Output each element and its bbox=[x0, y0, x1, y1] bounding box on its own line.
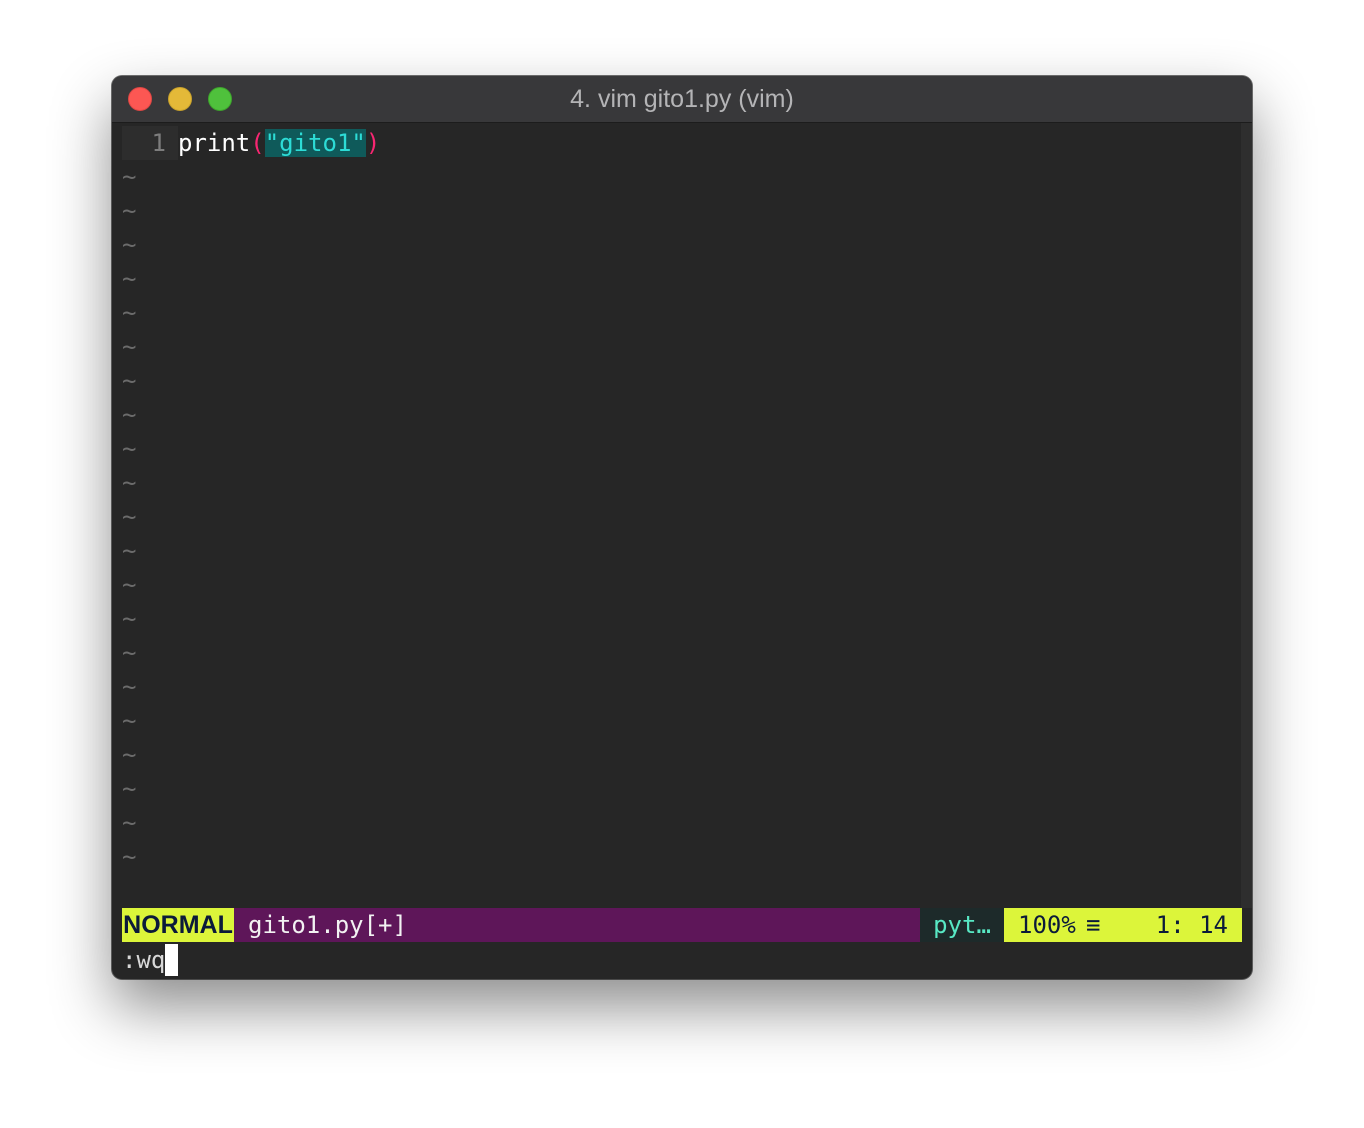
code-line: 1 print("gito1") bbox=[122, 126, 380, 160]
text-cursor bbox=[165, 944, 179, 976]
vim-statusline: NORMAL gito1.py[+] pyt… 100% ≡ 1: 14 bbox=[122, 908, 1242, 942]
vim-editor-buffer[interactable]: 1 print("gito1") ~ ~ ~ ~ ~ ~ ~ ~ ~ ~ ~ ~ ~ ~ ~ ~ ~ ~ ~ ~ ~ bbox=[122, 123, 1241, 908]
terminal-window: 4. vim gito1.py (vim) 1 print("gito1") ~ ~… bbox=[112, 76, 1252, 979]
mode-indicator: NORMAL bbox=[122, 908, 234, 942]
empty-line-tilde: ~ bbox=[122, 537, 137, 565]
code-text: print("gito1") bbox=[178, 126, 380, 160]
empty-line-tilde: ~ bbox=[122, 843, 137, 871]
code-string-literal: "gito1" bbox=[264, 129, 366, 157]
command-text: :wq bbox=[122, 946, 166, 974]
empty-line-tilde: ~ bbox=[122, 707, 137, 735]
code-close-paren: ) bbox=[365, 129, 381, 157]
empty-line-tilde: ~ bbox=[122, 367, 137, 395]
empty-line-tilde: ~ bbox=[122, 605, 137, 633]
filename-indicator: gito1.py[+] bbox=[234, 908, 920, 942]
empty-line-tilde: ~ bbox=[122, 333, 137, 361]
empty-line-tilde: ~ bbox=[122, 401, 137, 429]
code-open-paren: ( bbox=[250, 129, 265, 157]
line-number: 1 bbox=[122, 126, 178, 160]
empty-line-tilde: ~ bbox=[122, 775, 137, 803]
empty-line-tilde: ~ bbox=[122, 435, 137, 463]
empty-line-tilde: ~ bbox=[122, 639, 137, 667]
filetype-indicator: pyt… bbox=[920, 908, 1004, 942]
empty-line-tilde: ~ bbox=[122, 741, 137, 769]
scrollbar[interactable] bbox=[1241, 123, 1252, 908]
empty-line-markers: ~ ~ ~ ~ ~ ~ ~ ~ ~ ~ ~ ~ ~ ~ ~ ~ ~ ~ ~ ~ ~ bbox=[122, 160, 162, 874]
empty-line-tilde: ~ bbox=[122, 163, 137, 191]
empty-line-tilde: ~ bbox=[122, 809, 137, 837]
empty-line-tilde: ~ bbox=[122, 197, 137, 225]
code-function: print bbox=[178, 129, 251, 157]
title-bar[interactable]: 4. vim gito1.py (vim) bbox=[112, 76, 1252, 123]
command-line[interactable]: :wq bbox=[122, 943, 179, 977]
empty-line-tilde: ~ bbox=[122, 673, 137, 701]
window-title: 4. vim gito1.py (vim) bbox=[570, 85, 794, 113]
empty-line-tilde: ~ bbox=[122, 231, 137, 259]
line-column: 1: 14 bbox=[1155, 911, 1228, 939]
hamburger-icon: ≡ bbox=[1086, 911, 1101, 939]
empty-line-tilde: ~ bbox=[122, 469, 137, 497]
scroll-percent: 100% bbox=[1018, 911, 1076, 939]
position-indicator: 100% ≡ 1: 14 bbox=[1004, 908, 1242, 942]
empty-line-tilde: ~ bbox=[122, 299, 137, 327]
empty-line-tilde: ~ bbox=[122, 265, 137, 293]
empty-line-tilde: ~ bbox=[122, 503, 137, 531]
empty-line-tilde: ~ bbox=[122, 571, 137, 599]
